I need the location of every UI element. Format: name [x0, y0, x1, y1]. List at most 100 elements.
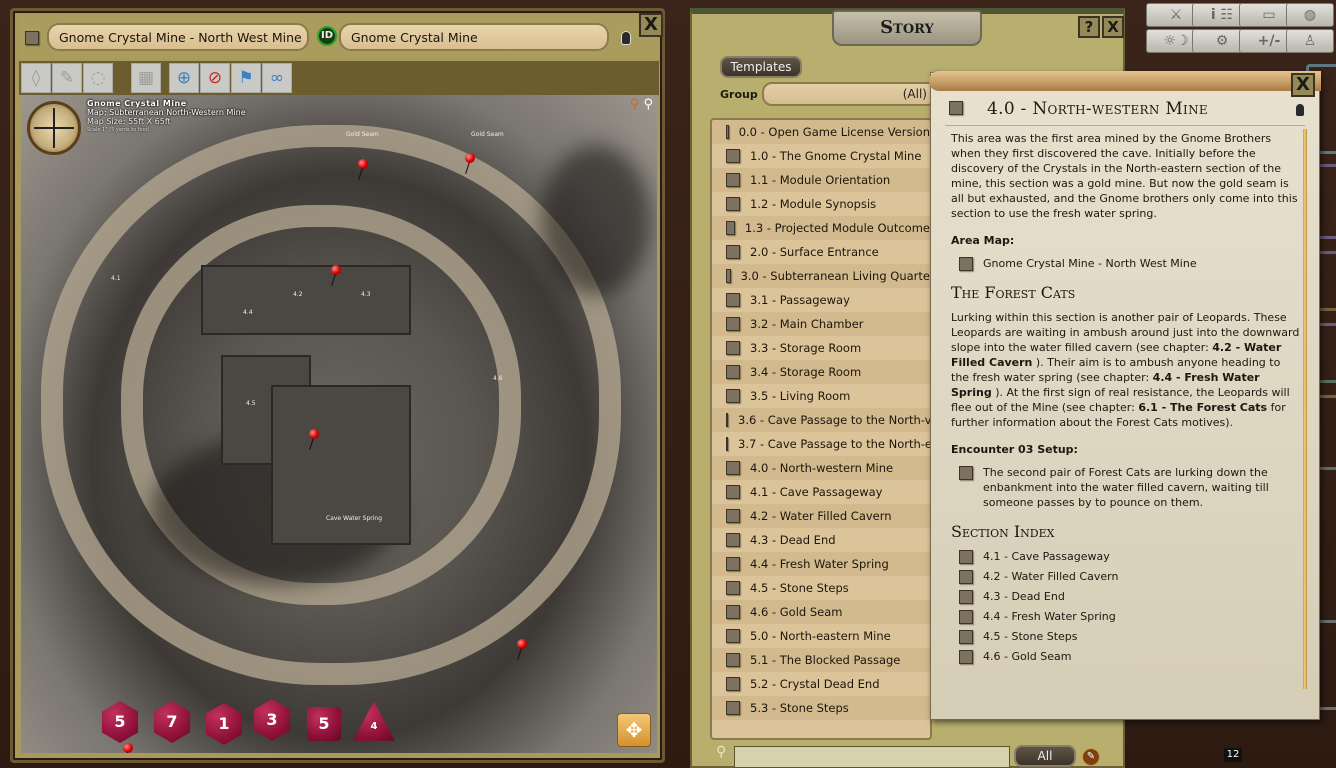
story-list-item[interactable]: 4.2 - Water Filled Cavern: [712, 504, 930, 528]
entry-checkbox[interactable]: [726, 245, 740, 259]
link-checkbox[interactable]: [959, 257, 973, 271]
story-list-item[interactable]: 1.2 - Module Synopsis: [712, 192, 930, 216]
entry-checkbox[interactable]: [726, 557, 740, 571]
link-checkbox[interactable]: [959, 630, 973, 644]
story-list-item[interactable]: 0.0 - Open Game License Version: [712, 120, 930, 144]
story-list-item[interactable]: 3.7 - Cave Passage to the North-e: [712, 432, 930, 456]
section-index-link[interactable]: 4.1 - Cave Passageway: [959, 549, 1301, 564]
pin-icon[interactable]: ⚲: [630, 97, 640, 112]
search-input[interactable]: [734, 746, 1010, 768]
section-index-link[interactable]: 4.5 - Stone Steps: [959, 629, 1301, 644]
entry-title[interactable]: 4.0 - North-western Mine: [987, 99, 1208, 119]
d12-die[interactable]: 7: [153, 701, 191, 743]
link-checkbox[interactable]: [959, 650, 973, 664]
close-button[interactable]: X: [1291, 73, 1315, 97]
d6-die[interactable]: 5: [307, 707, 341, 741]
story-list-item[interactable]: 5.2 - Crystal Dead End: [712, 672, 930, 696]
entry-checkbox[interactable]: [726, 677, 740, 691]
entry-checkbox[interactable]: [726, 197, 740, 211]
story-list-item[interactable]: 4.1 - Cave Passageway: [712, 480, 930, 504]
filter-all-button[interactable]: All: [1014, 745, 1076, 767]
entry-checkbox[interactable]: [726, 365, 740, 379]
story-list-item[interactable]: 1.0 - The Gnome Crystal Mine: [712, 144, 930, 168]
story-list-item[interactable]: 3.2 - Main Chamber: [712, 312, 930, 336]
section-index-link[interactable]: 4.2 - Water Filled Cavern: [959, 569, 1301, 584]
story-list-item[interactable]: 2.0 - Surface Entrance: [712, 240, 930, 264]
map-pin[interactable]: [465, 153, 475, 163]
lock-icon[interactable]: [1295, 103, 1305, 117]
scrollbar[interactable]: [1303, 129, 1307, 689]
mask-tool-icon[interactable]: ◊: [21, 63, 51, 93]
story-list-item[interactable]: 1.1 - Module Orientation: [712, 168, 930, 192]
target-tool-icon[interactable]: ⊕: [169, 63, 199, 93]
entry-checkbox[interactable]: [726, 485, 740, 499]
entry-checkbox[interactable]: [726, 533, 740, 547]
flag-icon[interactable]: ⚑: [231, 63, 261, 93]
entry-checkbox[interactable]: [726, 701, 740, 715]
link-checkbox[interactable]: [959, 570, 973, 584]
close-button[interactable]: X: [1102, 16, 1124, 38]
d8-die[interactable]: 3: [253, 699, 291, 741]
entry-checkbox[interactable]: [726, 437, 728, 451]
entry-checkbox[interactable]: [726, 173, 740, 187]
entry-checkbox[interactable]: [949, 101, 963, 115]
close-button[interactable]: X: [639, 13, 663, 37]
entry-checkbox[interactable]: [726, 629, 740, 643]
pin-outline-icon[interactable]: ⚲: [643, 97, 653, 112]
image-link-checkbox[interactable]: [25, 31, 39, 45]
draw-tool-icon[interactable]: ✎: [52, 63, 82, 93]
section-index-link[interactable]: 4.6 - Gold Seam: [959, 649, 1301, 664]
link-checkbox[interactable]: [959, 550, 973, 564]
link-tool-icon[interactable]: ∞: [262, 63, 292, 93]
map-pin[interactable]: [517, 639, 527, 649]
story-list-item[interactable]: 3.6 - Cave Passage to the North-v: [712, 408, 930, 432]
entry-checkbox[interactable]: [726, 221, 735, 235]
entry-checkbox[interactable]: [726, 461, 740, 475]
story-list-item[interactable]: 3.5 - Living Room: [712, 384, 930, 408]
story-list-item[interactable]: 3.0 - Subterranean Living Quarte: [712, 264, 930, 288]
entry-checkbox[interactable]: [726, 389, 740, 403]
story-list-item[interactable]: 5.0 - North-eastern Mine: [712, 624, 930, 648]
d10-die[interactable]: 1: [205, 703, 243, 745]
link-checkbox[interactable]: [959, 610, 973, 624]
map-pin[interactable]: [309, 429, 319, 439]
story-list-item[interactable]: 5.3 - Stone Steps: [712, 696, 930, 720]
entry-checkbox[interactable]: [726, 149, 740, 163]
entry-checkbox[interactable]: [726, 125, 729, 139]
lock-icon[interactable]: [621, 31, 631, 45]
entry-checkbox[interactable]: [726, 605, 740, 619]
id-badge-icon[interactable]: ID: [317, 26, 337, 46]
section-index-link[interactable]: 4.4 - Fresh Water Spring: [959, 609, 1301, 624]
d4-die[interactable]: 4: [353, 701, 395, 741]
story-list-item[interactable]: 3.3 - Storage Room: [712, 336, 930, 360]
entry-checkbox[interactable]: [726, 413, 728, 427]
help-button[interactable]: ?: [1078, 16, 1100, 38]
story-list-item[interactable]: 1.3 - Projected Module Outcome: [712, 216, 930, 240]
link-checkbox[interactable]: [959, 466, 973, 480]
entry-checkbox[interactable]: [726, 581, 740, 595]
group-dropdown[interactable]: (All): [762, 82, 937, 106]
entry-checkbox[interactable]: [726, 509, 740, 523]
entry-checkbox[interactable]: [726, 293, 740, 307]
map-navigation-button[interactable]: ✥: [617, 713, 651, 747]
erase-tool-icon[interactable]: ◌: [83, 63, 113, 93]
edit-icon[interactable]: ✎: [1082, 748, 1100, 766]
d20-die[interactable]: 5: [101, 701, 139, 743]
link-checkbox[interactable]: [959, 590, 973, 604]
character-select-button[interactable]: ♙: [1286, 29, 1334, 53]
story-list-item[interactable]: 4.4 - Fresh Water Spring: [712, 552, 930, 576]
encounter-link[interactable]: The second pair of Forest Cats are lurki…: [959, 465, 1301, 510]
entry-checkbox[interactable]: [726, 653, 740, 667]
image-name-field[interactable]: Gnome Crystal Mine - North West Mine: [47, 23, 309, 51]
no-targeting-icon[interactable]: ⊘: [200, 63, 230, 93]
map-pin[interactable]: [331, 265, 341, 275]
grid-tool-icon[interactable]: ▦: [131, 63, 161, 93]
story-list-item[interactable]: 4.3 - Dead End: [712, 528, 930, 552]
story-list-item[interactable]: 4.6 - Gold Seam: [712, 600, 930, 624]
area-map-link[interactable]: Gnome Crystal Mine - North West Mine: [959, 256, 1301, 271]
story-list-item[interactable]: 4.5 - Stone Steps: [712, 576, 930, 600]
story-list-item[interactable]: 4.0 - North-western Mine: [712, 456, 930, 480]
map-pin[interactable]: [123, 743, 133, 753]
entry-checkbox[interactable]: [726, 269, 731, 283]
story-list-item[interactable]: 5.1 - The Blocked Passage: [712, 648, 930, 672]
